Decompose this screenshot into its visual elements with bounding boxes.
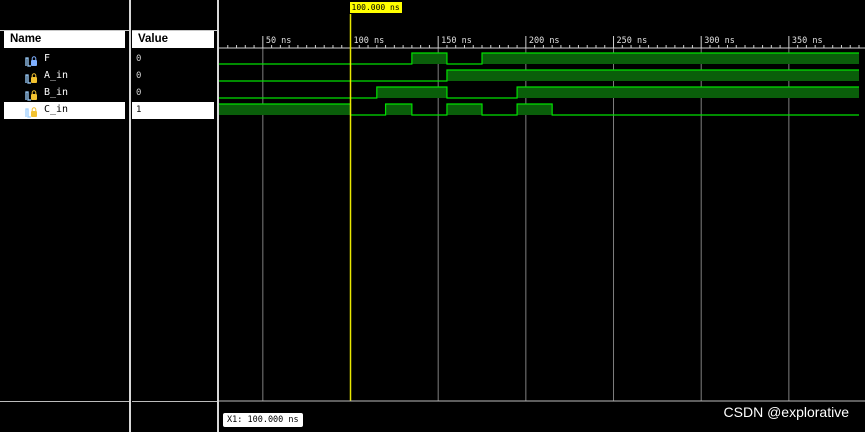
signal-value: 0 [136, 88, 142, 98]
signal-high-fill [517, 87, 859, 98]
signal-value-pane: Value 0 0 0 1 [132, 0, 217, 432]
signal-high-fill [446, 104, 483, 115]
signal-name: F [44, 53, 51, 64]
signal-row-b_in[interactable]: B_in [4, 85, 125, 102]
signal-high-fill [411, 53, 447, 64]
waveform-canvas[interactable]: 50 ns 100 ns 150 ns 200 ns 250 ns 300 ns 350 n… [219, 0, 865, 432]
name-pane-divider [0, 401, 129, 402]
signal-name: C_in [44, 104, 69, 115]
time-ruler[interactable]: 50 ns 100 ns 150 ns 200 ns 250 ns 300 ns 350 n… [219, 36, 865, 49]
signal-waveforms [219, 52, 859, 116]
name-column-header[interactable]: Name [4, 31, 125, 48]
ruler-tick-label: 250 ns [617, 36, 648, 46]
cursor-readout: X1: 100.000 ns [223, 413, 303, 427]
signal-high-fill [385, 104, 412, 115]
signal-name: A_in [44, 70, 69, 81]
ruler-tick-label: 150 ns [441, 36, 472, 46]
cursor-time-label[interactable]: 100.000 ns [349, 2, 402, 13]
signal-output-icon [25, 53, 39, 67]
ruler-tick-label: 300 ns [704, 36, 735, 46]
signal-input-icon [25, 87, 39, 101]
ruler-tick-label: 50 ns [266, 36, 292, 46]
signal-name: B_in [44, 87, 69, 98]
signal-row-c_in[interactable]: C_in [4, 102, 125, 119]
value-pane-divider [132, 401, 217, 402]
signal-row-a_in[interactable]: A_in [4, 68, 125, 85]
waveform-pane[interactable]: 50 ns 100 ns 150 ns 200 ns 250 ns 300 ns 350 n… [219, 0, 865, 432]
signal-value-row-a_in[interactable]: 0 [132, 68, 214, 85]
signal-high-fill [482, 53, 859, 64]
value-pane-toolbar [132, 0, 217, 31]
waveform-window: Name F A_in B_in C_in Value 0 0 0 1 50 ns 100 n… [0, 0, 865, 432]
signal-value: 0 [136, 54, 142, 64]
signal-high-fill [219, 104, 351, 115]
pane-splitter[interactable] [129, 0, 131, 432]
signal-value-row-c_in[interactable]: 1 [132, 102, 214, 119]
signal-high-fill [376, 87, 447, 98]
signal-input-icon [25, 104, 39, 118]
time-grid [262, 48, 790, 401]
name-pane-toolbar [0, 0, 129, 31]
signal-value-row-f[interactable]: 0 [132, 51, 214, 68]
signal-row-f[interactable]: F [4, 51, 125, 68]
signal-name-pane: Name F A_in B_in C_in [0, 0, 129, 432]
ruler-tick-label: 100 ns [354, 36, 385, 46]
signal-value-row-b_in[interactable]: 0 [132, 85, 214, 102]
watermark-text: CSDN @explorative [723, 404, 849, 420]
signal-high-fill [517, 104, 553, 115]
signal-value: 0 [136, 71, 142, 81]
signal-value: 1 [136, 105, 142, 115]
signal-high-fill [446, 70, 859, 81]
signal-input-icon [25, 70, 39, 84]
ruler-tick-label: 200 ns [529, 36, 560, 46]
value-column-header[interactable]: Value [132, 31, 214, 48]
ruler-tick-label: 350 ns [792, 36, 823, 46]
